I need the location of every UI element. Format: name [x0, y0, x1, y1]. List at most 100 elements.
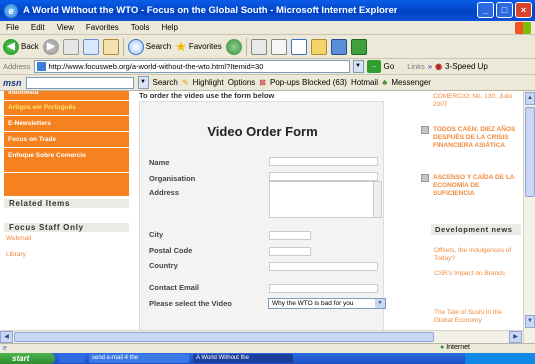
menu-tools[interactable]: Tools	[125, 23, 156, 32]
messenger-icon[interactable]	[330, 38, 347, 55]
menu-view[interactable]: View	[51, 23, 80, 32]
highlight-button[interactable]: Highlight	[193, 78, 224, 87]
close-button[interactable]: ×	[515, 2, 532, 18]
webmail-link[interactable]: Webmail	[6, 235, 31, 242]
go-button[interactable]: Go	[384, 62, 395, 71]
address-textarea[interactable]	[269, 181, 382, 218]
maximize-button[interactable]: □	[496, 2, 513, 18]
development-news-heading: Development news	[431, 224, 521, 235]
postal-code-field[interactable]	[269, 247, 311, 256]
print-icon[interactable]	[270, 38, 287, 55]
taskbar-item-ie[interactable]: A World Without the	[193, 354, 293, 363]
country-field[interactable]	[269, 262, 378, 271]
name-field[interactable]	[269, 157, 378, 166]
dev-news-link-sushi[interactable]: The Tale of Sushi in the Global Economy	[434, 309, 520, 325]
mail-icon[interactable]	[250, 38, 267, 55]
folder-icon[interactable]	[310, 38, 327, 55]
quick-launch[interactable]	[59, 354, 85, 363]
window-title: A World Without the WTO - Focus on the G…	[23, 5, 398, 16]
chevron-down-icon[interactable]: ▼	[375, 299, 385, 308]
news-item-ascenso[interactable]: ASCENSO Y CAÍDA DE LA ECONOMÍA DE SUFICI…	[433, 174, 521, 198]
horizontal-scroll-thumb[interactable]	[14, 332, 434, 342]
chevron-right-icon[interactable]: »	[428, 62, 432, 71]
messenger-button[interactable]: Messenger	[391, 78, 431, 87]
taskbar-item-mail[interactable]: send e-mail 4 the	[89, 354, 189, 363]
back-button[interactable]: ◀ Back	[3, 37, 39, 57]
refresh-icon[interactable]	[82, 38, 99, 55]
msn-search-button[interactable]: Search	[153, 78, 178, 87]
title-bar: e A World Without the WTO - Focus on the…	[0, 0, 535, 21]
organisation-label: Organisation	[149, 174, 196, 183]
nav-item-focus-on-trade[interactable]: Focus on Trade	[4, 133, 129, 148]
start-button[interactable]: start	[0, 353, 55, 364]
menu-favorites[interactable]: Favorites	[80, 23, 125, 32]
msn-logo: msn	[3, 77, 22, 88]
windows-logo-icon	[515, 22, 531, 34]
left-column: Indonesia Artigos em Português E-Newslet…	[0, 91, 135, 343]
dev-news-link-offsets[interactable]: Offsets, the Indulgences of Today?	[434, 247, 520, 263]
popup-blocker-icon: ⊠	[259, 78, 266, 87]
address-bar: Address http://www.focusweb.org/a-world-…	[0, 59, 535, 75]
msn-dropdown[interactable]: ▼	[137, 76, 149, 89]
contact-email-field[interactable]	[269, 284, 378, 293]
status-bar: e ● Internet	[0, 343, 535, 353]
forward-arrow-icon: ▶	[42, 38, 59, 55]
research-icon[interactable]	[350, 38, 367, 55]
address-dropdown[interactable]: ▼	[352, 60, 364, 73]
news-item-todos-caen[interactable]: TODOS CAEN: DIEZ AÑOS DESPUÉS DE LA CRIS…	[433, 126, 521, 150]
system-tray	[465, 353, 535, 364]
favorites-button[interactable]: ★ Favorites	[175, 37, 222, 57]
menu-file[interactable]: File	[0, 23, 25, 32]
edit-icon[interactable]	[290, 38, 307, 55]
vertical-scrollbar[interactable]: ▲ ▼	[523, 91, 535, 343]
address-label: Address	[3, 62, 31, 71]
organisation-field[interactable]	[269, 172, 378, 181]
scroll-left-icon[interactable]: ◀	[0, 331, 13, 343]
video-select[interactable]: Why the WTO is bad for you ▼	[268, 298, 386, 309]
menu-help[interactable]: Help	[155, 23, 183, 32]
popups-blocked-button[interactable]: Pop-ups Blocked (63)	[270, 78, 347, 87]
city-field[interactable]	[269, 231, 311, 240]
star-icon: ★	[175, 38, 187, 54]
right-column: COMERCIO: No. 130, Julio 2007 TODOS CAEN…	[389, 91, 523, 343]
textarea-scrollbar[interactable]	[373, 182, 381, 217]
messenger-buddy-icon: ♣	[382, 78, 388, 87]
dev-news-link-csr[interactable]: CSR's Impact on Brands	[434, 270, 520, 278]
links-label[interactable]: Links	[407, 62, 425, 71]
scroll-right-icon[interactable]: ▶	[509, 331, 522, 343]
nav-item-indonesia[interactable]: Indonesia	[4, 91, 129, 101]
scroll-up-icon[interactable]: ▲	[525, 92, 535, 105]
back-label: Back	[21, 42, 39, 51]
news-fragment[interactable]: COMERCIO: No. 130, Julio 2007	[433, 93, 521, 109]
vertical-scroll-thumb[interactable]	[525, 107, 535, 197]
news-bullet-icon	[421, 174, 429, 182]
options-button[interactable]: Options	[228, 78, 256, 87]
related-items-heading: Related Items	[4, 199, 129, 208]
speedup-button[interactable]: 3-Speed Up	[445, 62, 488, 71]
address-input[interactable]: http://www.focusweb.org/a-world-without-…	[33, 60, 350, 73]
minimize-button[interactable]: _	[477, 2, 494, 18]
nav-item-e-newsletters[interactable]: E-Newsletters	[4, 117, 129, 132]
media-icon[interactable]	[225, 38, 242, 55]
home-icon[interactable]	[102, 38, 119, 55]
select-video-label: Please select the Video	[149, 299, 232, 308]
go-arrow-icon[interactable]: →	[366, 60, 381, 73]
nav-item-enfoque[interactable]: Enfoque Sobre Comercio	[4, 149, 129, 173]
hotmail-button[interactable]: Hotmail	[351, 78, 378, 87]
library-link[interactable]: Library	[6, 251, 26, 258]
video-order-form: Video Order Form Name Organisation Addre…	[139, 101, 386, 343]
nav-item-artigos[interactable]: Artigos em Português	[4, 101, 129, 116]
left-nav-box: Indonesia Artigos em Português E-Newslet…	[4, 91, 129, 196]
scroll-down-icon[interactable]: ▼	[525, 315, 535, 328]
stop-icon[interactable]	[62, 38, 79, 55]
internet-explorer-icon: e	[4, 3, 18, 18]
security-zone: ● Internet	[440, 344, 470, 351]
menu-edit[interactable]: Edit	[25, 23, 51, 32]
search-icon	[127, 38, 144, 55]
forward-button[interactable]: ▶	[42, 37, 59, 57]
msn-search-input[interactable]	[25, 76, 134, 89]
search-button[interactable]: Search	[127, 37, 171, 57]
name-label: Name	[149, 158, 170, 167]
horizontal-scrollbar[interactable]: ◀ ▶	[0, 330, 523, 343]
news-bullet-icon	[421, 126, 429, 134]
